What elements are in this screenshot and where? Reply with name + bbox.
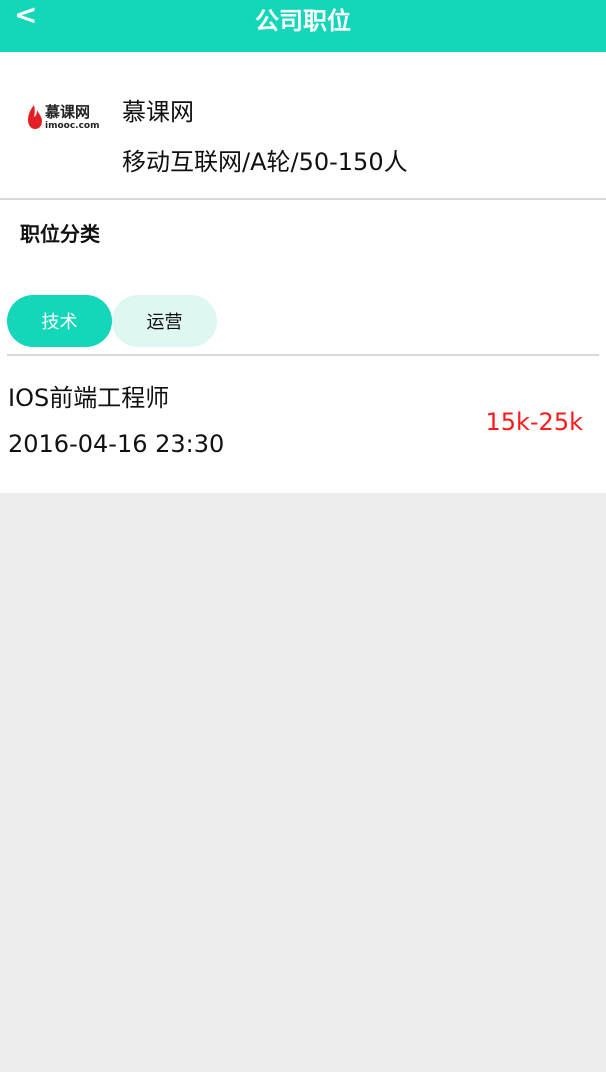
back-button[interactable]: < [14,0,38,34]
tab-label: 运营 [146,312,183,333]
tab-label: 技术 [41,312,78,333]
back-icon: < [14,0,38,31]
svg-text:imooc.com: imooc.com [45,121,99,130]
company-panel: 慕课网 imooc.com 慕课网 移动互联网/A轮/50-150人 职位分类 … [0,52,606,493]
top-bar: < 公司职位 [0,0,606,52]
page-title: 公司职位 [255,6,351,35]
company-name: 慕课网 [122,98,194,126]
job-salary: 15k-25k [485,408,583,436]
company-meta: 移动互联网/A轮/50-150人 [122,148,408,176]
svg-text:慕课网: 慕课网 [44,103,90,121]
company-logo: 慕课网 imooc.com [28,103,99,130]
tab-tech[interactable]: 技术 [7,295,112,347]
company-info: 慕课网 imooc.com 慕课网 移动互联网/A轮/50-150人 [0,52,606,200]
position-category-title: 职位分类 [20,222,100,246]
divider [7,354,599,356]
job-date: 2016-04-16 23:30 [8,430,225,458]
tab-operations[interactable]: 运营 [112,295,217,347]
job-title: IOS前端工程师 [8,384,170,412]
